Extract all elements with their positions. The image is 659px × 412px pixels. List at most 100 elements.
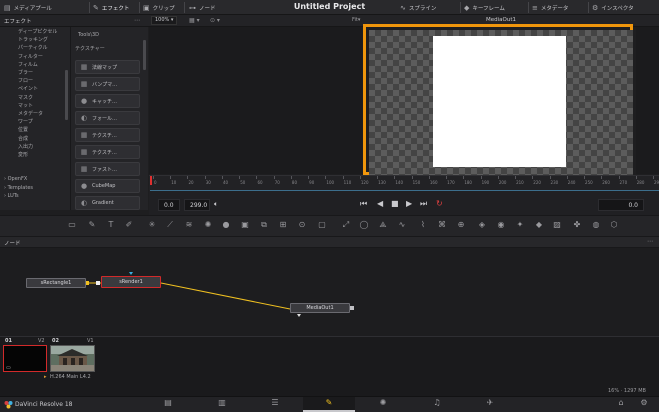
- tracker-icon[interactable]: ⊙: [296, 219, 308, 231]
- page-fusion-icon[interactable]: ✎: [319, 398, 339, 410]
- clips-button[interactable]: ▣ クリップ: [143, 0, 175, 15]
- 3d-replace-icon[interactable]: ⬡: [608, 219, 620, 231]
- blur-icon[interactable]: ≋: [183, 219, 195, 231]
- tool-item[interactable]: ▦ 法線マップ: [75, 60, 140, 74]
- loop-icon[interactable]: ↻: [436, 199, 443, 208]
- tree-category[interactable]: › Templates: [4, 185, 33, 191]
- tree-category[interactable]: › LUTs: [4, 193, 19, 199]
- page-fairlight-icon[interactable]: ♫: [427, 398, 447, 410]
- tree-item[interactable]: ブラー: [18, 69, 33, 76]
- 3d-text-icon[interactable]: ⌘: [436, 219, 448, 231]
- 3d-merge-alt-icon[interactable]: ◍: [590, 219, 602, 231]
- tree-item[interactable]: マット: [18, 102, 33, 109]
- home-icon[interactable]: ⌂: [611, 398, 631, 410]
- metadata-button[interactable]: ≡ メタデータ: [532, 0, 568, 15]
- tree-item[interactable]: ワープ: [18, 118, 33, 125]
- input-port[interactable]: [96, 281, 100, 285]
- tool-item[interactable]: ▦ テクスチ…: [75, 145, 140, 159]
- tool-item[interactable]: ▦ ファスト…: [75, 162, 140, 176]
- effects-button[interactable]: ✎ エフェクト: [93, 0, 129, 15]
- left-viewer[interactable]: [149, 27, 362, 174]
- tree-item[interactable]: ディープピクセル: [18, 28, 57, 35]
- text-icon[interactable]: T: [105, 219, 117, 231]
- tree-category[interactable]: › OpenFX: [4, 176, 27, 182]
- page-deliver-icon[interactable]: ✈: [480, 398, 500, 410]
- reverse-play-icon[interactable]: ◀: [377, 199, 383, 208]
- brush-icon[interactable]: ✐: [123, 219, 135, 231]
- page-edit-icon[interactable]: ☰: [265, 398, 285, 410]
- go-to-start-icon[interactable]: ⏮︎: [360, 199, 367, 209]
- tree-scrollbar[interactable]: [65, 70, 68, 120]
- settings-gear-icon[interactable]: ⚙: [634, 398, 654, 410]
- matte-icon[interactable]: ▣: [239, 219, 251, 231]
- particle-icon[interactable]: ✳: [146, 219, 158, 231]
- 3d-image-icon[interactable]: ▨: [551, 219, 563, 231]
- end-frame-field[interactable]: 299.0: [184, 199, 210, 211]
- paint-icon[interactable]: ✎: [86, 219, 98, 231]
- tool-item[interactable]: ● CubeMap: [75, 179, 140, 193]
- media-pool-button[interactable]: ▤ メディアプール: [4, 0, 52, 15]
- playhead[interactable]: [150, 176, 152, 185]
- stop-icon[interactable]: ■: [391, 199, 399, 208]
- background-icon[interactable]: ▭: [66, 219, 78, 231]
- bspline-icon[interactable]: ∿: [396, 219, 408, 231]
- tree-item[interactable]: 変形: [18, 151, 28, 158]
- tree-item[interactable]: パーティクル: [18, 44, 48, 51]
- tool-scrollbar[interactable]: [143, 40, 146, 70]
- page-color-icon[interactable]: ✺: [373, 398, 393, 410]
- 3d-transform-icon[interactable]: ✤: [571, 219, 583, 231]
- go-to-end-icon[interactable]: ⏭︎: [420, 199, 427, 209]
- clip-thumbnail-02[interactable]: [50, 345, 95, 372]
- speaker-icon[interactable]: 🔈︎: [214, 200, 218, 209]
- tool-item[interactable]: ▦ バンプマ…: [75, 77, 140, 91]
- zoom-dropdown[interactable]: 100% ▾: [151, 16, 178, 25]
- polygon-icon[interactable]: ⟋: [164, 219, 176, 231]
- 3d-shape-icon[interactable]: ◆: [533, 219, 545, 231]
- 3d-merge-icon[interactable]: ⊕: [455, 219, 467, 231]
- tree-item[interactable]: フィルム: [18, 61, 38, 68]
- node-mediaout[interactable]: MediaOut1: [290, 303, 350, 313]
- shape-rectangle-icon[interactable]: ▢: [316, 219, 328, 231]
- bitmap-icon[interactable]: ⌇: [417, 219, 429, 231]
- play-icon[interactable]: ▶: [406, 199, 412, 208]
- color-corrector-icon[interactable]: ✺: [202, 219, 214, 231]
- current-frame-field[interactable]: 0.0: [598, 199, 644, 211]
- drop-icon[interactable]: ●: [220, 219, 232, 231]
- tree-item[interactable]: フィルター: [18, 53, 43, 60]
- node-options-icon[interactable]: ⋯: [647, 238, 653, 245]
- tree-item[interactable]: トラッキング: [18, 36, 48, 43]
- clip-thumbnail-01[interactable]: ▭: [3, 345, 47, 372]
- tree-item[interactable]: 位置: [18, 126, 28, 133]
- 3d-light-icon[interactable]: ✦: [514, 219, 526, 231]
- ellipse-icon[interactable]: ◯: [358, 219, 370, 231]
- output-port[interactable]: [350, 306, 354, 310]
- keyframes-button[interactable]: ◆ キーフレーム: [464, 0, 505, 15]
- node-srender[interactable]: sRender1: [101, 276, 161, 288]
- polyline-icon[interactable]: ⟁: [377, 219, 389, 231]
- tree-item[interactable]: マスク: [18, 94, 33, 101]
- start-frame-field[interactable]: 0.0: [158, 199, 180, 211]
- tool-item[interactable]: ▦ テクスチ…: [75, 128, 140, 142]
- page-media-icon[interactable]: ▤: [158, 398, 178, 410]
- tree-item[interactable]: 合成: [18, 135, 28, 142]
- page-cut-icon[interactable]: ▥: [212, 398, 232, 410]
- tree-item[interactable]: メタデータ: [18, 110, 43, 117]
- nodes-button[interactable]: ⊶ ノード: [189, 0, 216, 15]
- timeline-ruler[interactable]: 0 10 20 30 40 50 60 70 80 90 100 110 120 130 140 150 160…: [149, 175, 659, 191]
- inspector-button[interactable]: ⚙ インスペクタ: [592, 0, 634, 15]
- 3d-camera-icon[interactable]: ◉: [495, 219, 507, 231]
- view-options-icon[interactable]: ▦ ▾: [189, 17, 200, 24]
- fit-dropdown[interactable]: Fit▾: [352, 17, 360, 23]
- channel-options-icon[interactable]: ⊙ ▾: [210, 17, 220, 24]
- tool-item[interactable]: ◐ フォール…: [75, 111, 140, 125]
- tree-item[interactable]: ペイント: [18, 85, 38, 92]
- tool-item[interactable]: ● キャッチ…: [75, 94, 140, 108]
- select-icon[interactable]: ⤢: [340, 219, 352, 231]
- tree-item[interactable]: 入出力: [18, 143, 33, 150]
- spline-button[interactable]: ∿ スプライン: [400, 0, 436, 15]
- transform-icon[interactable]: ⊞: [277, 219, 289, 231]
- more-options-icon[interactable]: ⋯: [134, 17, 140, 24]
- tree-item[interactable]: フロー: [18, 77, 33, 84]
- merge-icon[interactable]: ⧉: [258, 219, 270, 231]
- tool-item[interactable]: ◐ Gradient: [75, 196, 140, 210]
